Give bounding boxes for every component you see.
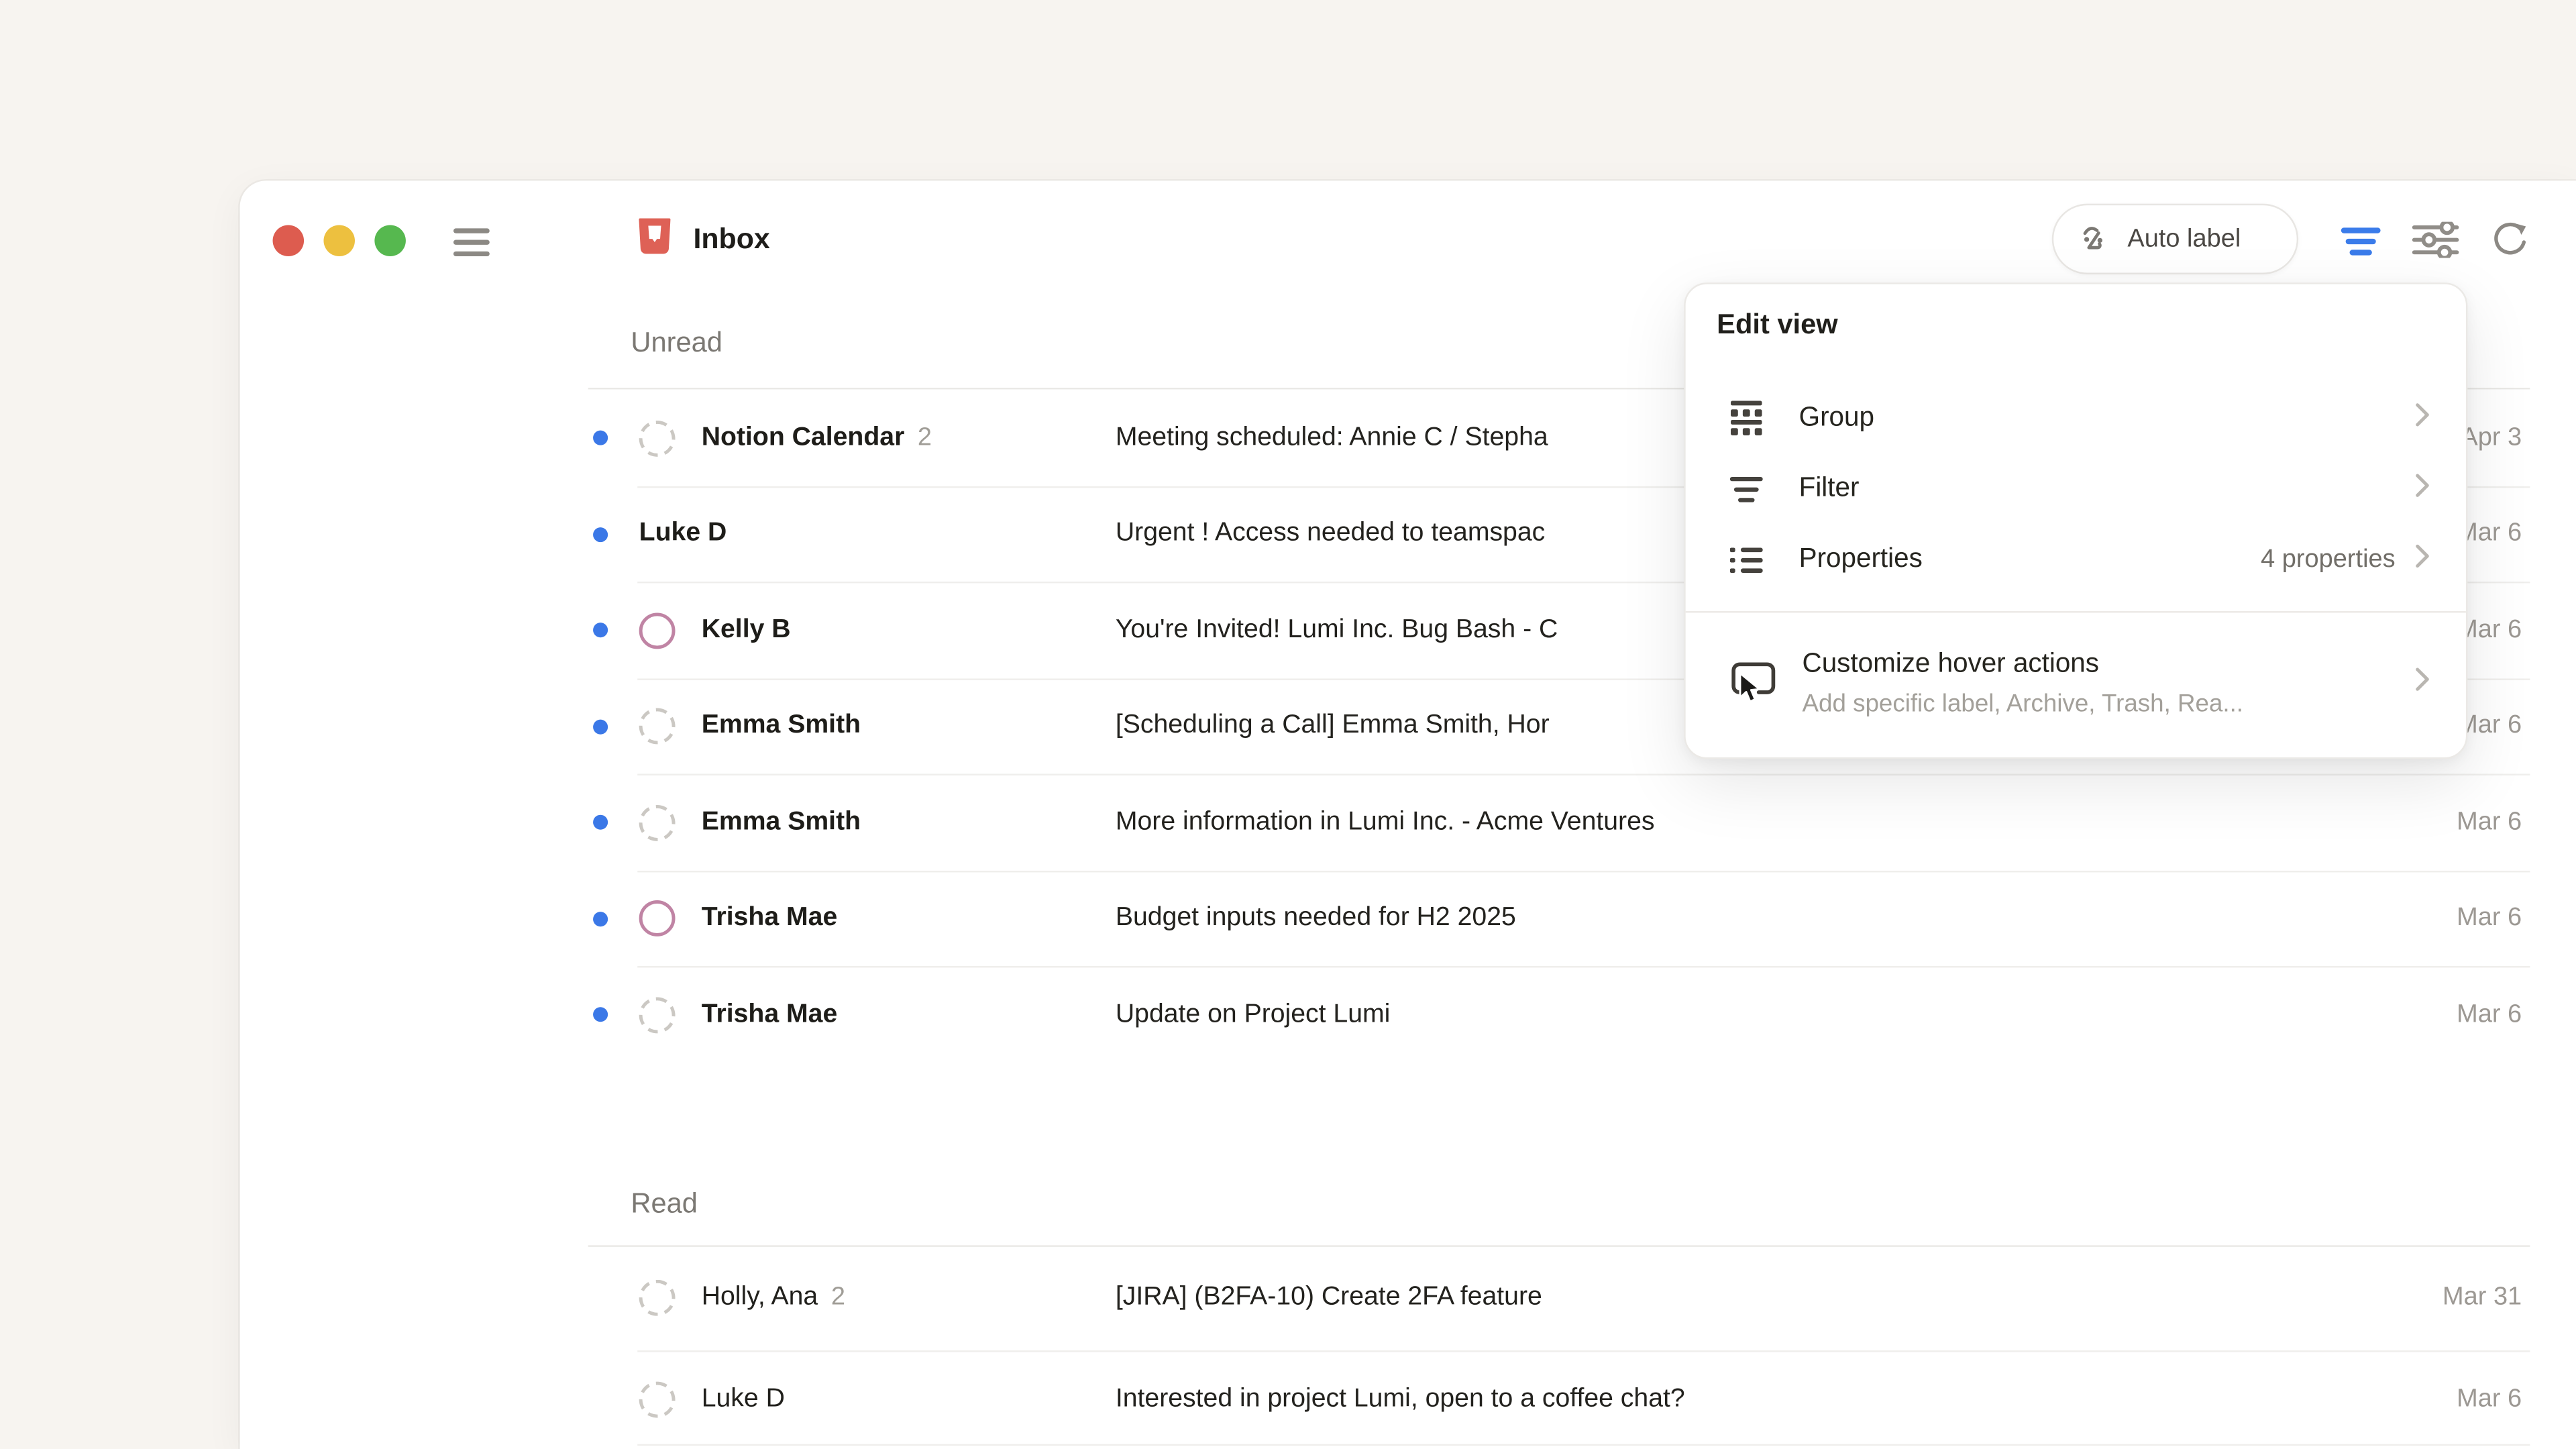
divider	[637, 1444, 2530, 1446]
menu-item-properties[interactable]: Properties 4 properties	[1695, 524, 2456, 594]
email-date: Apr 3	[2461, 423, 2522, 453]
sender-name: Luke D	[639, 519, 727, 547]
email-subject: You're Invited! Lumi Inc. Bug Bash - C	[1116, 615, 1558, 645]
email-subject: Meeting scheduled: Annie C / Stepha	[1116, 423, 1548, 453]
email-subject: [Scheduling a Call] Emma Smith, Hor	[1116, 711, 1550, 741]
menu-item-customize-hover-actions[interactable]: Customize hover actions Add specific lab…	[1695, 623, 2456, 744]
chevron-right-icon	[2415, 667, 2430, 700]
unread-dot	[593, 1007, 608, 1022]
filter-icon	[1730, 472, 1763, 505]
unread-dot	[593, 815, 608, 830]
section-header-unread: Unread	[631, 327, 722, 360]
avatar	[639, 804, 676, 841]
avatar	[639, 420, 676, 456]
menu-item-group[interactable]: Group	[1695, 383, 2456, 453]
unread-dot	[593, 431, 608, 445]
window-controls	[273, 225, 406, 257]
popover-title: Edit view	[1717, 309, 1837, 341]
unread-dot	[593, 718, 608, 733]
email-date: Mar 6	[2457, 904, 2522, 933]
sender-name: Emma Smith	[702, 808, 861, 836]
auto-label-wand-icon	[2080, 223, 2111, 255]
avatar	[639, 612, 676, 648]
page-title: Inbox	[693, 222, 769, 256]
close-window-button[interactable]	[273, 225, 305, 257]
cursor-pointer-icon	[1738, 672, 1763, 715]
menu-item-label: Filter	[1799, 473, 2415, 504]
properties-icon	[1730, 543, 1763, 576]
sender-name: Trisha Mae	[702, 1000, 838, 1028]
sender-name: Notion Calendar	[702, 423, 905, 451]
screen: Inbox Auto label	[0, 0, 2576, 1449]
auto-label-button[interactable]: Auto label	[2052, 204, 2298, 274]
email-row[interactable]: Holly, Ana 2 [JIRA] (B2FA-10) Create 2FA …	[240, 1247, 2576, 1349]
email-row[interactable]: Trisha Mae Update on Project Lumi Mar 6	[240, 966, 2576, 1063]
filter-active-icon[interactable]	[2339, 227, 2382, 264]
email-subject: Update on Project Lumi	[1116, 1000, 1390, 1029]
zoom-window-button[interactable]	[374, 225, 406, 257]
group-icon	[1730, 401, 1763, 435]
chevron-right-icon	[2415, 402, 2430, 435]
avatar	[639, 1382, 676, 1418]
chevron-right-icon	[2415, 543, 2430, 576]
unread-dot	[593, 527, 608, 541]
menu-item-description: Add specific label, Archive, Trash, Rea.…	[1803, 690, 2415, 718]
email-subject: Urgent ! Access needed to teamspac	[1116, 519, 1545, 549]
menu-item-label: Properties	[1799, 544, 2261, 576]
menu-item-label: Customize hover actions	[1803, 649, 2415, 680]
email-subject: Interested in project Lumi, open to a co…	[1116, 1385, 1685, 1414]
email-row[interactable]: Luke D Interested in project Lumi, open …	[240, 1352, 2576, 1448]
email-subject: Budget inputs needed for H2 2025	[1116, 904, 1516, 933]
email-date: Mar 6	[2457, 1000, 2522, 1029]
email-subject: [JIRA] (B2FA-10) Create 2FA feature	[1116, 1283, 1542, 1313]
avatar	[639, 900, 676, 936]
sender-name: Holly, Ana	[702, 1283, 818, 1311]
thread-count: 2	[831, 1283, 845, 1311]
avatar	[639, 708, 676, 745]
avatar	[639, 996, 676, 1032]
email-row[interactable]: Trisha Mae Budget inputs needed for H2 2…	[240, 871, 2576, 966]
menu-item-label: Group	[1799, 402, 2415, 434]
refresh-icon[interactable]	[2491, 220, 2530, 268]
sidebar-menu-icon[interactable]	[453, 228, 490, 256]
unread-dot	[593, 911, 608, 926]
properties-count: 4 properties	[2261, 545, 2395, 574]
sender-name: Emma Smith	[702, 711, 861, 739]
sender-name: Luke D	[702, 1385, 785, 1413]
email-subject: More information in Lumi Inc. - Acme Ven…	[1116, 808, 1655, 837]
email-date: Mar 6	[2457, 808, 2522, 837]
unread-dot	[593, 623, 608, 637]
auto-label-text: Auto label	[2127, 224, 2241, 254]
hover-actions-icon	[1730, 662, 1776, 705]
email-row[interactable]: Emma Smith More information in Lumi Inc.…	[240, 773, 2576, 870]
divider	[1686, 611, 2466, 612]
email-date: Mar 31	[2443, 1283, 2522, 1313]
menu-item-filter[interactable]: Filter	[1695, 453, 2456, 524]
email-date: Mar 6	[2457, 1385, 2522, 1414]
edit-view-popover: Edit view Group	[1684, 282, 2467, 759]
sender-name: Trisha Mae	[702, 904, 838, 932]
sender-name: Kelly B	[702, 615, 791, 643]
display-settings-icon[interactable]	[2412, 222, 2459, 266]
minimize-window-button[interactable]	[323, 225, 355, 257]
thread-count: 2	[918, 423, 932, 451]
inbox-icon	[636, 217, 674, 264]
avatar	[639, 1280, 676, 1316]
chevron-right-icon	[2415, 472, 2430, 505]
section-header-read: Read	[631, 1188, 698, 1221]
